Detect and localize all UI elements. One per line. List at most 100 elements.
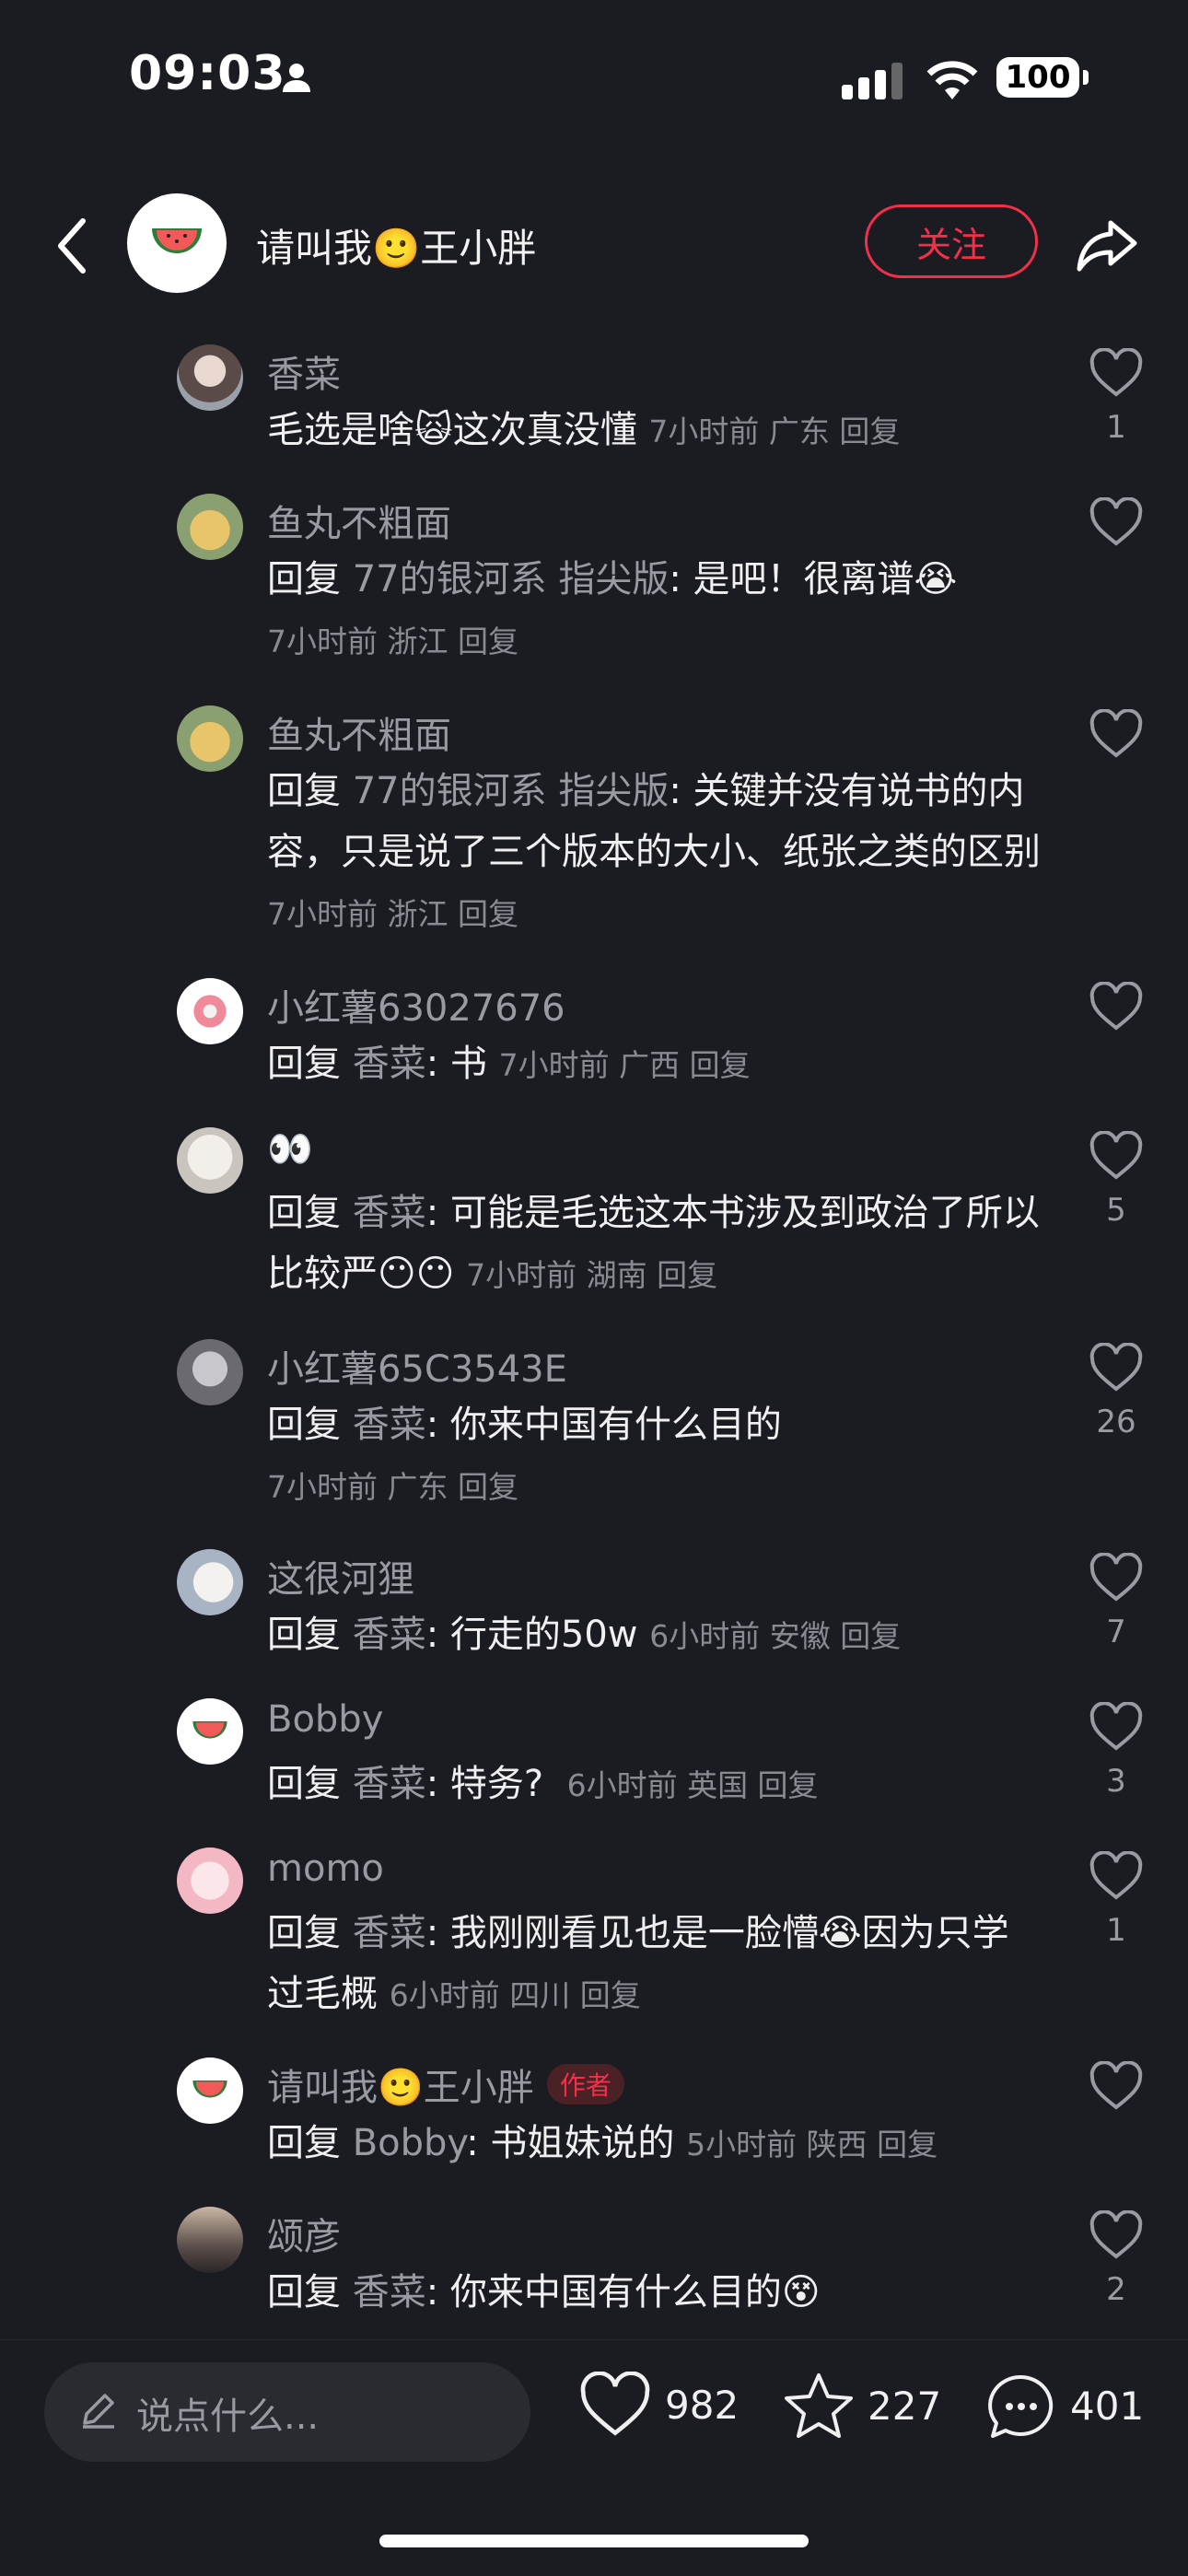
author-avatar[interactable] [127, 193, 227, 293]
like-icon[interactable] [1089, 982, 1144, 1032]
like-icon[interactable] [1089, 2210, 1144, 2260]
comment-item: momo 回复 香菜: 我刚刚看见也是一脸懵😭因为只学过毛概 6小时前 四川 回… [0, 1825, 1188, 2035]
like-icon[interactable] [1089, 2061, 1144, 2111]
like-icon[interactable] [1089, 1553, 1144, 1603]
like-count: 1 [1106, 1912, 1126, 1949]
commenter-avatar[interactable] [177, 1549, 243, 1615]
commenter-avatar[interactable] [177, 978, 243, 1044]
note-header: 请叫我🙂王小胖 关注 [0, 184, 1188, 304]
author-badge: 作者 [546, 2064, 624, 2104]
watermelon-icon [152, 228, 202, 253]
like-count: 1 [1106, 409, 1126, 446]
collect-action[interactable]: 227 [783, 2372, 941, 2440]
like-count: 2 [1106, 2271, 1126, 2308]
comment-text: 回复 Bobby: 书姐妹说的 5小时前 陕西 回复 [267, 2122, 938, 2164]
status-time: 09:03 [129, 46, 286, 101]
like-icon[interactable] [1089, 1131, 1144, 1181]
comment-item: 请叫我🙂王小胖 作者 回复 Bobby: 书姐妹说的 5小时前 陕西 回复 [0, 2035, 1188, 2185]
like-icon[interactable] [1089, 348, 1144, 398]
like-action[interactable]: 982 [578, 2372, 739, 2438]
like-count: 26 [1096, 1404, 1136, 1440]
comment-item: 颂彦 回复 香菜: 你来中国有什么目的😵 2 [0, 2185, 1188, 2330]
comment-item: 小红薯65C3543E 回复 香菜: 你来中国有什么目的 7小时前 广东 回复 … [0, 1317, 1188, 1527]
comment-text: 回复 香菜: 你来中国有什么目的😵 [267, 2271, 821, 2314]
comment-input-placeholder: 说点什么... [136, 2395, 320, 2438]
status-bar: 09:03 100 [0, 0, 1188, 166]
comment-item: 香菜 毛选是啥🙀这次真没懂 7小时前 广东 回复 1 [0, 322, 1188, 472]
comment-item: 鱼丸不粗面 回复 77的银河系 指尖版: 是吧！很离谱😭 7小时前 浙江 回复 [0, 472, 1188, 683]
comment-text: 回复 香菜: 可能是毛选这本书涉及到政治了所以比较严😶😶 7小时前 湖南 回复 [267, 1192, 1040, 1295]
heart-icon [580, 2372, 650, 2436]
comment-item: 鱼丸不粗面 回复 77的银河系 指尖版: 关键并没有说书的内容，只是说了三个版本… [0, 683, 1188, 956]
wifi-icon [926, 61, 978, 99]
share-icon[interactable] [1074, 212, 1140, 278]
like-count: 7 [1106, 1614, 1126, 1650]
comment-text: 回复 香菜: 行走的50w 6小时前 安徽 回复 [267, 1614, 902, 1656]
reply-target[interactable]: 香菜 [353, 2271, 426, 2314]
reply-target[interactable]: 77的银河系 指尖版 [353, 770, 670, 812]
commenter-avatar[interactable] [177, 1339, 243, 1405]
reply-target[interactable]: 香菜 [353, 1912, 426, 1954]
commenter-avatar[interactable] [177, 1847, 243, 1914]
commenter-avatar[interactable] [177, 2207, 243, 2273]
comment-item: 这很河狸 回复 香菜: 行走的50w 6小时前 安徽 回复 7 [0, 1527, 1188, 1676]
commenter-avatar[interactable] [177, 344, 243, 411]
commenter-avatar[interactable] [177, 2057, 243, 2124]
reply-target[interactable]: 77的银河系 指尖版 [353, 558, 670, 600]
comment-item: 👀 回复 香菜: 可能是毛选这本书涉及到政治了所以比较严😶😶 7小时前 湖南 回… [0, 1105, 1188, 1317]
like-icon[interactable] [1089, 1702, 1144, 1752]
pencil-icon [83, 2394, 114, 2429]
comment-input[interactable]: 说点什么... [44, 2362, 530, 2462]
comment-text: 毛选是啥🙀这次真没懂 7小时前 广东 回复 [267, 409, 901, 451]
comment-bubble-icon [988, 2374, 1054, 2438]
comment-total: 401 [1070, 2383, 1145, 2429]
commenter-avatar[interactable] [177, 1698, 243, 1765]
comment-text: 回复 香菜: 你来中国有什么目的 7小时前 广东 回复 [267, 1404, 782, 1505]
commenter-name[interactable]: 小红薯65C3543E [267, 1339, 567, 1393]
like-icon[interactable] [1089, 709, 1144, 759]
star-icon [785, 2373, 853, 2438]
reply-target[interactable]: 香菜 [353, 1404, 426, 1446]
comment-text: 回复 77的银河系 指尖版: 关键并没有说书的内容，只是说了三个版本的大小、纸张… [267, 770, 1041, 932]
collect-total: 227 [868, 2383, 942, 2429]
commenter-name[interactable]: 👀 [267, 1127, 313, 1171]
like-count: 5 [1106, 1192, 1126, 1229]
commenter-name[interactable]: 小红薯63027676 [267, 978, 565, 1032]
comment-text: 回复 香菜: 我刚刚看见也是一脸懵😭因为只学过毛概 6小时前 四川 回复 [267, 1912, 1009, 2015]
cellular-signal-icon [842, 63, 903, 99]
comment-item: 小红薯63027676 回复 香菜: 书 7小时前 广西 回复 [0, 956, 1188, 1105]
reply-target[interactable]: 香菜 [353, 1043, 426, 1085]
like-count: 3 [1106, 1763, 1126, 1800]
reply-target[interactable]: Bobby [353, 2122, 466, 2164]
like-icon[interactable] [1089, 497, 1144, 547]
comment-text: 回复 77的银河系 指尖版: 是吧！很离谱😭 7小时前 浙江 回复 [267, 558, 958, 659]
watermelon-icon [192, 1720, 227, 1739]
comment-item: Bobby 回复 香菜: 特务? 6小时前 英国 回复 3 [0, 1676, 1188, 1825]
commenter-name[interactable]: 这很河狸 [267, 1549, 414, 1603]
commenter-name[interactable]: 鱼丸不粗面 [267, 705, 451, 759]
battery-tip [1083, 70, 1089, 85]
commenter-avatar[interactable] [177, 1127, 243, 1194]
like-total: 982 [665, 2382, 740, 2428]
watermelon-icon [192, 2080, 227, 2098]
commenter-name[interactable]: Bobby [267, 1698, 383, 1741]
comment-text: 回复 香菜: 特务? 6小时前 英国 回复 [267, 1763, 819, 1805]
commenter-name[interactable]: 鱼丸不粗面 [267, 494, 451, 547]
reply-target[interactable]: 香菜 [353, 1763, 426, 1805]
follow-button[interactable]: 关注 [865, 204, 1038, 278]
commenter-name[interactable]: 香菜 [267, 344, 341, 398]
comment-action[interactable]: 401 [985, 2372, 1144, 2440]
commenter-avatar[interactable] [177, 494, 243, 560]
back-icon[interactable] [48, 214, 103, 278]
reply-target[interactable]: 香菜 [353, 1614, 426, 1656]
reply-target[interactable]: 香菜 [353, 1192, 426, 1234]
commenter-name[interactable]: momo [267, 1847, 384, 1890]
author-name[interactable]: 请叫我🙂王小胖 [256, 217, 536, 274]
like-icon[interactable] [1089, 1851, 1144, 1901]
home-indicator[interactable] [379, 2535, 809, 2547]
commenter-avatar[interactable] [177, 705, 243, 772]
like-icon[interactable] [1089, 1343, 1144, 1393]
commenter-name[interactable]: 颂彦 [267, 2207, 341, 2260]
comment-list[interactable]: 香菜 毛选是啥🙀这次真没懂 7小时前 广东 回复 1 鱼丸不粗面 回复 77的银… [0, 322, 1188, 2330]
battery-indicator: 100 [996, 57, 1079, 98]
